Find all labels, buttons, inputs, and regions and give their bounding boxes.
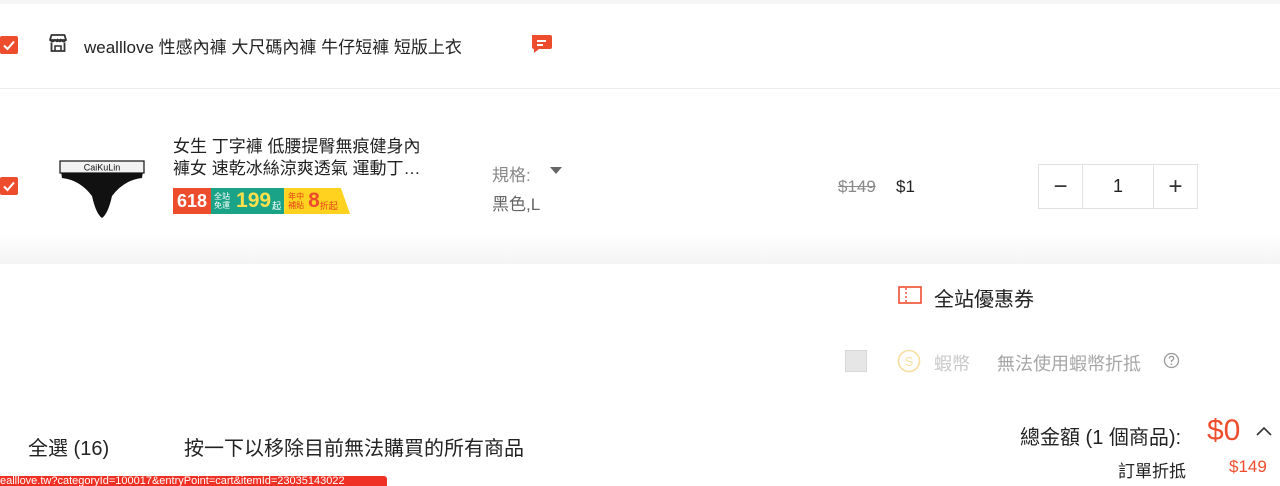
promo-free-shipping: 全站免運 199 起 [211, 188, 285, 214]
voucher-icon [898, 286, 922, 304]
voucher-section [0, 266, 1280, 328]
item-checkbox[interactable] [0, 177, 18, 195]
total-label: 總金額 (1 個商品): [1020, 427, 1182, 449]
status-bar-url: ealllove.tw?categoryId=100017&entryPoint… [0, 476, 387, 486]
promo-free-shipping-amount: 199 [236, 189, 272, 212]
variation-value: 黑色,L [492, 195, 541, 214]
quantity-decrease-button[interactable]: − [1039, 165, 1082, 208]
quantity-input[interactable]: 1 [1082, 165, 1154, 208]
svg-text:S: S [905, 354, 914, 369]
discount-amount: $149 [1229, 457, 1267, 476]
promo-free-shipping-suffix: 起 [272, 200, 282, 211]
select-all-button[interactable]: 全選 (16) [28, 432, 109, 461]
variation-dropdown[interactable]: 規格: [492, 161, 531, 186]
coins-label: 蝦幣 [934, 354, 970, 374]
quantity-stepper: − 1 + [1038, 164, 1198, 209]
product-name-line-2: 褲女 速乾冰絲涼爽透氣 運動丁… [173, 159, 421, 178]
shop-name-link[interactable]: wealllove 性感內褲 大尺碼內褲 牛仔短褲 短版上衣 [84, 33, 462, 58]
unit-price: $1 [896, 177, 915, 196]
promo-discount-amount: 8 [308, 189, 320, 212]
discount-label: 訂單折抵 [1118, 462, 1186, 481]
coins-checkbox[interactable] [845, 350, 867, 372]
promo-event-tag: 618 [173, 188, 212, 214]
shop-icon [49, 34, 67, 52]
product-name-line-1: 女生 丁字褲 低腰提臀無痕健身內 [173, 137, 421, 156]
total-amount: $0 [1207, 414, 1241, 447]
original-price: $149 [838, 177, 876, 196]
row-shadow [0, 234, 1280, 264]
promo-discount-suffix: 折起 [319, 200, 338, 211]
check-icon [3, 40, 15, 51]
promo-discount-small: 年中補貼 [288, 192, 305, 210]
remove-unavailable-button[interactable]: 按一下以移除目前無法購買的所有商品 [184, 432, 524, 461]
help-icon[interactable] [1163, 352, 1180, 369]
caret-down-icon[interactable] [550, 167, 562, 174]
thumbnail-brand-text: CaiKuLin [84, 163, 121, 173]
quantity-increase-button[interactable]: + [1154, 165, 1197, 208]
coin-icon: S [897, 349, 921, 373]
voucher-link[interactable]: 全站優惠券 [934, 283, 1034, 312]
product-name-link[interactable]: 女生 丁字褲 低腰提臀無痕健身內 褲女 速乾冰絲涼爽透氣 運動丁… [173, 136, 463, 180]
coins-unavailable-note: 無法使用蝦幣折抵 [997, 354, 1141, 374]
product-thumbnail[interactable]: CaiKuLin [54, 150, 150, 226]
shop-checkbox[interactable] [0, 36, 18, 54]
chat-icon[interactable] [530, 33, 554, 55]
promo-free-shipping-small: 全站免運 [214, 192, 231, 210]
promo-discount: 年中補貼 8 折起 [284, 188, 351, 214]
check-icon [3, 181, 15, 192]
promo-banner: 618 全站免運 199 起 年中補貼 8 折起 [173, 188, 351, 214]
chevron-up-icon[interactable] [1255, 424, 1273, 438]
